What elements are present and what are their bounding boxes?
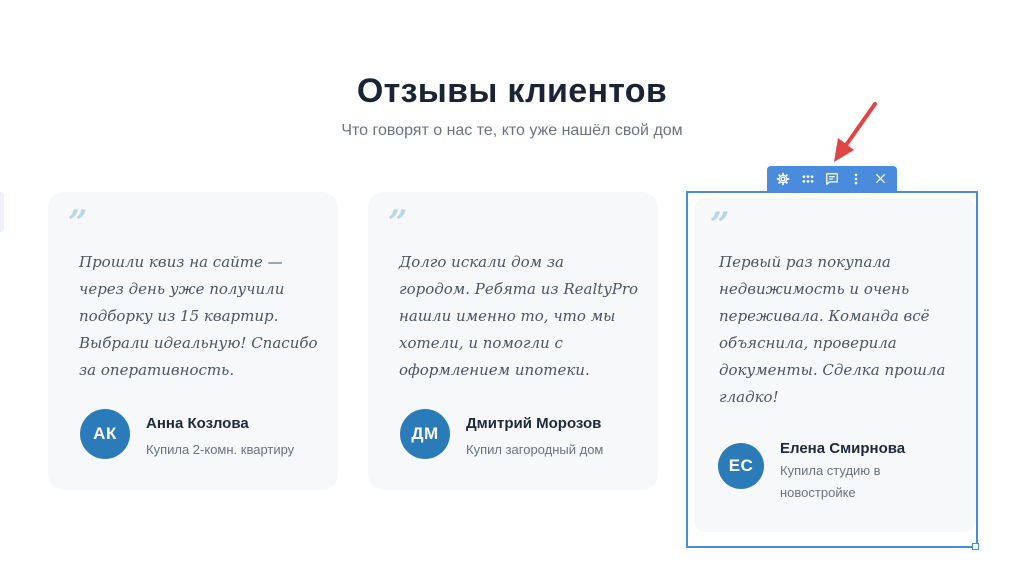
more-options-button[interactable] [845,168,867,190]
testimonial-card[interactable]: ” Прошли квиз на сайте — через день уже … [48,192,338,490]
author-name: Дмитрий Морозов [466,415,602,432]
author-role: Купил загородный дом [466,442,604,457]
avatar: АК [80,409,130,459]
quote-icon: ” [710,205,730,245]
resize-handle[interactable] [972,543,979,550]
close-button[interactable] [870,168,892,190]
testimonial-text: Прошли квиз на сайте — через день уже по… [79,253,318,379]
annotation-arrow-icon [834,102,877,162]
quote-icon: ” [388,203,408,243]
testimonial-text: Первый раз покупала недвижимость и очень… [719,253,946,406]
settings-button[interactable] [772,168,794,190]
quote-icon: ” [68,203,88,243]
drag-handle-icon [802,174,814,183]
testimonial-card-selected[interactable]: ” Первый раз покупала недвижимость и оче… [694,198,976,532]
author-role: Купила студию в новостройке [780,463,881,500]
author-name: Анна Козлова [146,415,249,432]
gear-icon [776,172,790,185]
avatar: ЕС [718,443,764,489]
close-icon [876,174,886,183]
author-role: Купила 2-комн. квартиру [146,442,295,457]
drag-button[interactable] [797,168,819,190]
comment-icon [826,172,838,185]
comment-button[interactable] [821,168,843,190]
element-toolbar [767,166,897,191]
author-name: Елена Смирнова [780,440,906,457]
more-vertical-icon [855,173,858,184]
testimonial-card[interactable]: ” Долго искали дом за городом. Ребята из… [368,192,658,490]
page: Отзывы клиентов Что говорят о нас те, кт… [0,0,1024,580]
avatar: ДМ [400,409,450,459]
carousel-edge-handle[interactable] [0,192,4,232]
testimonial-text: Долго искали дом за городом. Ребята из R… [399,253,639,379]
